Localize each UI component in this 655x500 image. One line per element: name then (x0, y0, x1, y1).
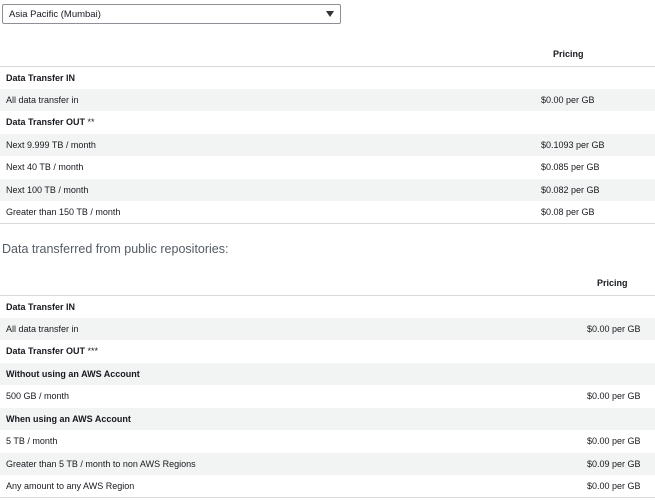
row-label: Greater than 150 TB / month (6, 207, 121, 217)
table-row: All data transfer in $0.00 per GB (0, 317, 655, 340)
row-price (585, 340, 655, 363)
table-row: Data Transfer OUT *** (0, 340, 655, 363)
row-price: $0.08 per GB (541, 207, 595, 217)
table-header-label (0, 271, 585, 296)
region-select-value: Asia Pacific (Mumbai) (9, 8, 101, 20)
table-row: Data Transfer OUT ** (0, 111, 655, 134)
row-label: Next 9.999 TB / month (6, 139, 96, 150)
table-header-row: Pricing (0, 42, 655, 67)
row-price: $0.00 per GB (587, 391, 641, 402)
footnote-marker: ** (85, 117, 95, 128)
row-label: Greater than 5 TB / month to non AWS Reg… (6, 458, 196, 469)
row-price: $0.09 per GB (587, 458, 641, 469)
pricing-table-private: Pricing Data Transfer IN All data transfe… (0, 42, 655, 224)
row-price (585, 363, 655, 386)
public-repositories-heading: Data transferred from public repositorie… (2, 242, 229, 256)
row-price: $0.1093 per GB (541, 139, 605, 150)
table-header-label (0, 42, 533, 67)
table-row: Any amount to any AWS Region $0.00 per GB (0, 475, 655, 498)
dropdown-caret-icon (326, 11, 334, 17)
row-price: $0.085 per GB (541, 162, 600, 173)
row-label: All data transfer in (6, 94, 79, 105)
row-price (533, 66, 655, 89)
table-row: Without using an AWS Account (0, 362, 655, 386)
row-price (585, 408, 655, 431)
table-row: All data transfer in $0.00 per GB (0, 88, 655, 111)
row-label: Next 100 TB / month (6, 184, 89, 195)
row-price: $0.00 per GB (587, 323, 641, 334)
row-label: When using an AWS Account (6, 413, 131, 424)
table-row: Next 40 TB / month $0.085 per GB (0, 156, 655, 179)
row-price (533, 111, 655, 134)
row-label: 500 GB / month (6, 391, 70, 402)
table-row: 500 GB / month $0.00 per GB (0, 385, 655, 408)
row-label: All data transfer in (6, 323, 79, 334)
table-header-row: Pricing (0, 271, 655, 296)
row-label: Data Transfer OUT ** (6, 117, 95, 128)
row-label: Next 40 TB / month (6, 162, 84, 173)
row-price: $0.00 per GB (541, 94, 595, 105)
table-header-pricing: Pricing (533, 42, 655, 67)
table-row: Data Transfer IN (0, 295, 655, 318)
row-price: $0.00 per GB (587, 436, 641, 447)
region-select[interactable]: Asia Pacific (Mumbai) (2, 4, 341, 24)
row-label: Data Transfer OUT *** (6, 346, 99, 357)
footnote-marker: *** (85, 346, 99, 357)
table-row: When using an AWS Account (0, 407, 655, 431)
row-label: Data Transfer IN (6, 72, 76, 83)
row-price (585, 295, 655, 318)
table-header-pricing: Pricing (585, 271, 655, 296)
row-label: Any amount to any AWS Region (6, 481, 135, 491)
table-row: Next 9.999 TB / month $0.1093 per GB (0, 133, 655, 156)
table-row: Greater than 150 TB / month $0.08 per GB (0, 201, 655, 224)
row-price: $0.082 per GB (541, 184, 600, 195)
pricing-table-public: Pricing Data Transfer IN All data transfe… (0, 271, 655, 498)
row-price: $0.00 per GB (587, 481, 641, 491)
table-row: 5 TB / month $0.00 per GB (0, 430, 655, 453)
row-label: Data Transfer IN (6, 301, 76, 312)
row-label: 5 TB / month (6, 436, 58, 447)
table-row: Greater than 5 TB / month to non AWS Reg… (0, 452, 655, 475)
table-row: Data Transfer IN (0, 66, 655, 89)
table-row: Next 100 TB / month $0.082 per GB (0, 178, 655, 201)
row-label: Without using an AWS Account (6, 368, 140, 379)
